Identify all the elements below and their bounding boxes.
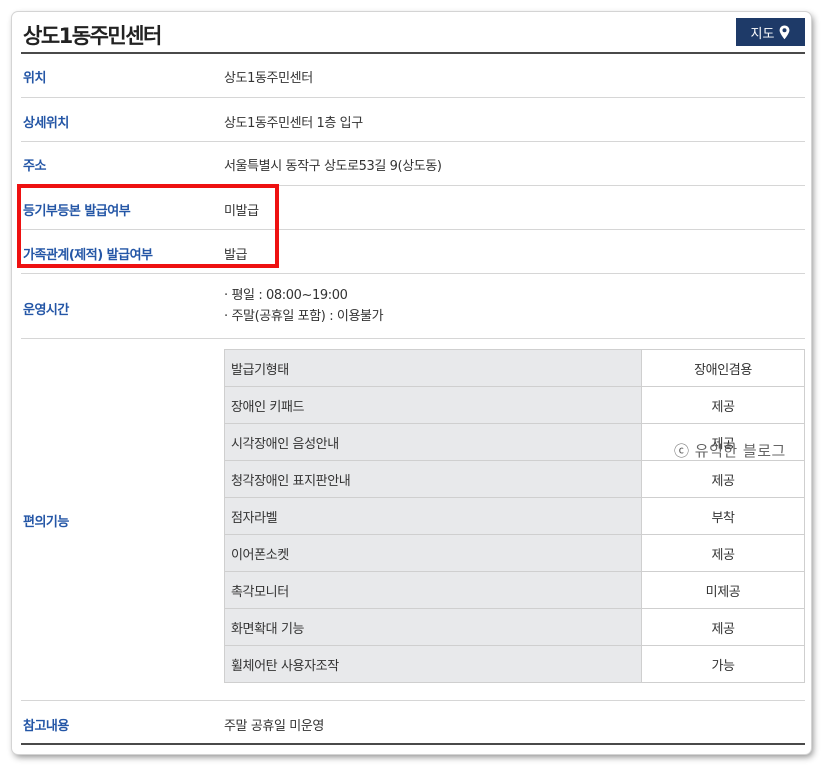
status-cell: 미제공 — [641, 571, 805, 609]
table-row: 촉각모니터 미제공 — [224, 571, 805, 609]
table-row: 휠체어탄 사용자조작 가능 — [224, 645, 805, 683]
row-notes: 참고내용 주말 공휴일 미운영 — [21, 701, 805, 741]
feature-cell: 발급기형태 — [224, 349, 642, 387]
table-row: 청각장애인 표지판안내 제공 — [224, 460, 805, 498]
feature-cell: 청각장애인 표지판안내 — [224, 460, 642, 498]
status-cell: 제공 — [641, 534, 805, 572]
feature-cell: 장애인 키패드 — [224, 386, 642, 424]
feature-cell: 촉각모니터 — [224, 571, 642, 609]
row-address: 주소 서울특별시 동작구 상도로53길 9(상도동) — [21, 142, 805, 186]
feature-cell: 휠체어탄 사용자조작 — [224, 645, 642, 683]
status-cell: 부착 — [641, 497, 805, 535]
panel-header: 상도1동주민센터 지도 — [21, 12, 805, 54]
feature-cell: 이어폰소켓 — [224, 534, 642, 572]
feature-cell: 화면확대 기능 — [224, 608, 642, 646]
page-title: 상도1동주민센터 — [23, 24, 162, 48]
status-cell: 가능 — [641, 645, 805, 683]
row-location: 위치 상도1동주민센터 — [21, 54, 805, 98]
map-button[interactable]: 지도 — [736, 18, 805, 46]
row-hours: 운영시간 · 평일 : 08:00~19:00 · 주말(공휴일 포함) : 이… — [21, 274, 805, 339]
row-label: 주소 — [23, 159, 46, 174]
info-panel: 상도1동주민센터 지도 위치 상도1동주민센터 상세위치 상도1동주민센터 1층… — [12, 12, 811, 754]
status-cell: 제공 — [641, 608, 805, 646]
status-cell: 제공 — [641, 460, 805, 498]
table-row: 화면확대 기능 제공 — [224, 608, 805, 646]
row-value: 상도1동주민센터 1층 입구 — [224, 116, 363, 131]
status-cell: 제공 — [641, 386, 805, 424]
location-pin-icon — [779, 25, 790, 40]
watermark: ⓒ 유익한 블로그 — [674, 442, 786, 460]
hours-weekend: · 주말(공휴일 포함) : 이용불가 — [224, 309, 384, 324]
map-button-label: 지도 — [750, 26, 775, 42]
row-label: 위치 — [23, 71, 46, 86]
table-row: 장애인 키패드 제공 — [224, 386, 805, 424]
row-value: 상도1동주민센터 — [224, 71, 313, 86]
feature-cell: 시각장애인 음성안내 — [224, 423, 642, 461]
row-value: 주말 공휴일 미운영 — [224, 719, 324, 734]
row-label: 편의기능 — [23, 515, 69, 530]
table-row: 점자라벨 부착 — [224, 497, 805, 535]
row-value: 서울특별시 동작구 상도로53길 9(상도동) — [224, 159, 442, 174]
convenience-table: 발급기형태 장애인겸용 장애인 키패드 제공 시각장애인 음성안내 제공 청각장… — [224, 349, 805, 683]
row-label: 참고내용 — [23, 719, 69, 734]
hours-weekday: · 평일 : 08:00~19:00 — [224, 288, 348, 303]
hours-list: · 평일 : 08:00~19:00 · 주말(공휴일 포함) : 이용불가 — [224, 285, 384, 327]
row-label: 상세위치 — [23, 116, 69, 131]
bottom-divider — [21, 743, 805, 745]
row-detail-location: 상세위치 상도1동주민센터 1층 입구 — [21, 98, 805, 142]
status-cell: 장애인겸용 — [641, 349, 805, 387]
highlight-box — [17, 184, 279, 268]
table-row: 이어폰소켓 제공 — [224, 534, 805, 572]
feature-cell: 점자라벨 — [224, 497, 642, 535]
table-row: 발급기형태 장애인겸용 — [224, 349, 805, 387]
row-convenience: 편의기능 발급기형태 장애인겸용 장애인 키패드 제공 시각장애인 음성안내 제… — [21, 339, 805, 701]
row-label: 운영시간 — [23, 303, 69, 318]
